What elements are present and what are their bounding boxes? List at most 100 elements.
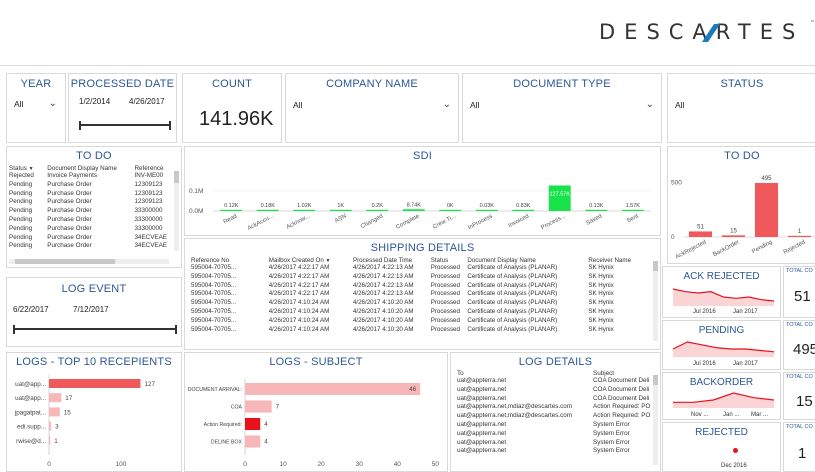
company-dropdown[interactable]: All ⌄ [289,96,456,113]
table-cell: Pending [9,224,33,232]
table-cell: Invoice Payments [47,172,97,179]
shipping-table-row[interactable]: 595004-70705... 4/26/2017 4:10:24 AM 4/26/… [191,308,651,317]
bar [245,400,272,413]
log-details-row[interactable]: uat@appterra.net System Error [457,447,655,456]
log-details-row[interactable]: uat@appterra.net System Error [457,430,655,439]
table-cell: Purchase Order [47,215,92,223]
bar [49,393,62,403]
log-details-row[interactable]: uat@appterra.net COA Document Deli [457,395,655,404]
log-details-row[interactable]: uat@appterra.net,mdiaz@descartes.com Acti… [457,403,655,412]
log-details-row[interactable]: uat@appterra.net System Error [457,439,655,448]
todo-table-row[interactable]: Pending Purchase Order 34ECVEAE [9,234,177,243]
count-title: COUNT [211,78,253,90]
reference-column-header[interactable]: Reference [134,165,177,172]
todo-table-row[interactable]: Pending Purchase Order 34ECVEAE [9,242,177,251]
slider-left-handle[interactable] [13,325,15,334]
todo-table-row[interactable]: Pending Purchase Order 33300000 [9,225,177,234]
todo-table-row[interactable]: Pending Purchase Order 33300000 [9,207,177,216]
status-slicer: STATUS All [667,73,815,143]
end-date-input[interactable]: 4/26/2017 [125,94,175,110]
table-cell: 595004-70705... [191,299,237,307]
table-cell: Pending [9,242,33,250]
to-column-header[interactable]: To [457,370,593,377]
receiver-column-header[interactable]: Receiver Name [588,257,651,264]
table-cell: 595004-70705... [191,307,237,315]
shipping-table-row[interactable]: 595004-70705... 4/26/2017 4:10:24 AM 4/26/… [191,326,651,335]
mailbox-created-column-header[interactable]: Mailbox Created On ▼ [269,257,353,264]
todo-table-header: Status ▼ Document Display Name Reference [9,165,177,172]
data-label: 1 [798,229,802,235]
table-cell: Certificate of Analysis (PLANAR) [467,325,558,333]
doc-display-column-header[interactable]: Document Display Name [467,257,588,264]
table-cell: COA Document Deli [593,377,650,384]
table-cell: Processed [430,299,460,307]
table-cell: uat@appterra.net [457,447,507,455]
todo-table-row[interactable]: Rejected Invoice Payments INV-ME00 [9,172,177,181]
doctype-dropdown[interactable]: All ⌄ [466,96,659,113]
doctype-slicer: DOCUMENT TYPE All ⌄ [462,73,662,143]
ref-no-column-header[interactable]: Reference No [191,257,269,264]
data-label: 46 [409,386,417,393]
data-label: 4 [264,421,268,428]
category-label: Acknow... [286,213,312,231]
table-cell: Certificate of Analysis (PLANAR) [467,281,558,289]
shipping-table-row[interactable]: 595004-70705... 4/26/2017 4:22:17 AM 4/26/… [191,282,651,291]
table-cell: Processed [430,264,460,271]
doc-name-column-header[interactable]: Document Display Name [47,165,134,172]
log-details-row[interactable]: uat@appterra.net System Error [457,421,655,430]
shipping-table-row[interactable]: 595004-70705... 4/26/2017 4:22:17 AM 4/26/… [191,264,651,273]
log-end-date-input[interactable]: 7/12/2017 [69,301,127,319]
status-dropdown[interactable]: All [671,96,815,113]
todo-table-vscroll[interactable] [174,171,179,251]
todo-table-row[interactable]: Pending Purchase Order 33300000 [9,216,177,225]
status-column-header[interactable]: Status ▼ [9,165,47,172]
backorder-x3: Mar ... [751,412,769,418]
todo-table-row[interactable]: Pending Purchase Order 12309123 [9,198,177,207]
log-start-date-input[interactable]: 6/22/2017 [9,301,67,319]
start-date-input[interactable]: 1/2/2014 [75,94,123,110]
log-details-row[interactable]: uat@appterra.net,mdiaz@descartes.com Acti… [457,412,655,421]
table-cell: 4/26/2017 4:22:13 AM [352,264,414,271]
shipping-table-row[interactable]: 595004-70705... 4/26/2017 4:10:24 AM 4/26/… [191,299,651,308]
slider-right-handle[interactable] [169,121,171,130]
category-label: Pending [751,239,773,255]
status-column-header[interactable]: Status [431,257,468,264]
table-cell: uat@appterra.net [457,429,507,437]
log-event-title: LOG EVENT [61,283,127,295]
log-date-slider[interactable] [13,325,177,334]
backorder-sparkline [673,392,775,408]
slider-left-handle[interactable] [79,121,81,130]
slider-right-handle[interactable] [175,325,177,334]
subject-column-header[interactable]: Subject [593,370,655,377]
shipping-table-row[interactable]: 595004-70705... 4/26/2017 4:22:17 AM 4/26/… [191,273,651,282]
bar [787,235,812,237]
table-cell: 4/26/2017 4:10:24 AM [268,299,330,307]
year-dropdown[interactable]: All ⌄ [10,95,62,113]
total-count-label: TOTAL CO [786,322,813,328]
table-cell: Certificate of Analysis (PLANAR) [467,299,558,307]
shipping-table-row[interactable]: 595004-70705... 4/26/2017 4:22:17 AM 4/26/… [191,290,651,299]
processed-dt-column-header[interactable]: Processed Date Time [353,257,431,264]
pending-title: PENDING [698,325,745,336]
x-tick-label: 30 [356,461,364,468]
todo-table-hscroll[interactable] [9,259,169,264]
x-tick-label: 50 [432,461,440,468]
date-range-slider[interactable] [79,121,171,130]
table-cell: 4/26/2017 4:10:24 AM [268,307,330,315]
table-cell: 12309123 [134,198,163,206]
table-cell: Processed [430,281,460,289]
log-details-vscroll[interactable] [653,375,658,465]
bar [245,435,261,448]
category-label: Process... [540,213,567,231]
todo-table-row[interactable]: Pending Purchase Order 12309123 [9,190,177,199]
category-label: BackOrder [712,239,740,258]
log-details-row[interactable]: uat@appterra.net COA Document Deli [457,386,655,395]
bar [49,435,51,445]
backorder-total-value: 15 [796,393,813,410]
shipping-table-row[interactable]: 595004-70705... 4/26/2017 4:10:24 AM 4/26/… [191,317,651,326]
log-details-row[interactable]: uat@appterra.net COA Document Deli [457,377,655,386]
todo-table-row[interactable]: Pending Purchase Order 12309123 [9,181,177,190]
shipping-vscroll[interactable] [653,261,658,341]
data-label: 0K [447,203,454,209]
bar [293,209,316,211]
